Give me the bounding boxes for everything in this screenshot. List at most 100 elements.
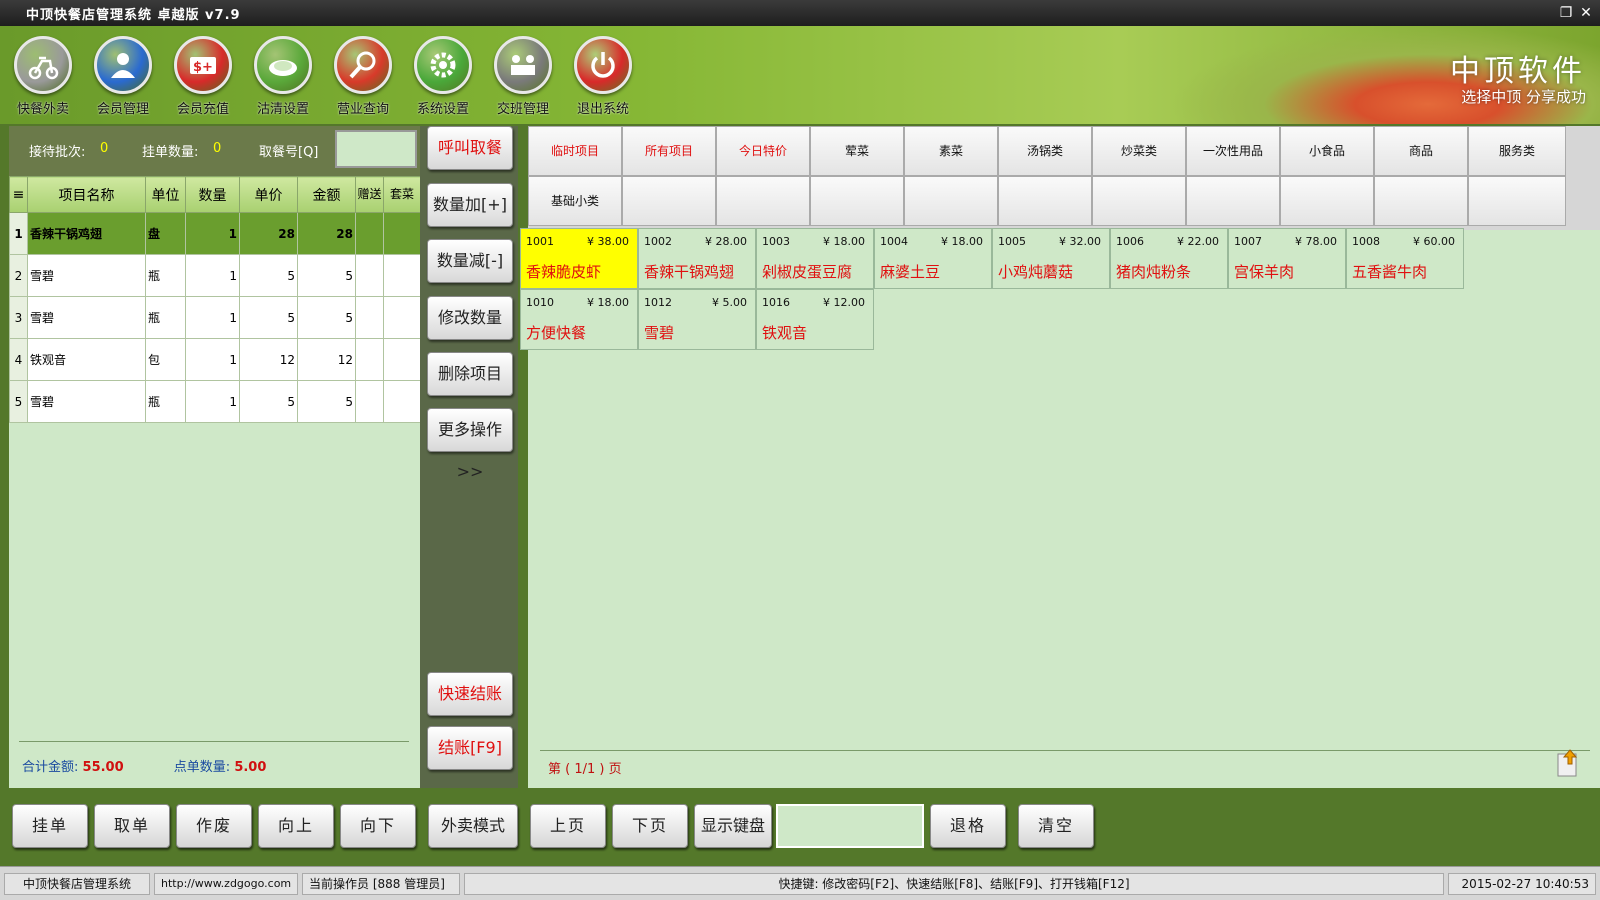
amount-cell: 28 xyxy=(297,212,356,255)
hold-order-button[interactable]: 挂单 xyxy=(12,804,88,848)
pickup-number-label: 取餐号[Q] xyxy=(259,145,319,160)
banner-subtitle: 选择中顶 分享成功 xyxy=(1461,88,1586,106)
prev-page-button[interactable]: 上页 xyxy=(530,804,606,848)
pickup-number-input[interactable] xyxy=(335,130,417,168)
toolbar-button-member[interactable]: 会员管理 xyxy=(86,36,160,122)
table-row[interactable]: 1 香辣干锅鸡翅盘 1 28 28 xyxy=(9,212,421,255)
item-price: ¥ 22.00 xyxy=(1177,235,1219,248)
void-order-button[interactable]: 作废 xyxy=(176,804,252,848)
category-tab[interactable]: 素菜 xyxy=(904,126,998,176)
subcategory-tab[interactable]: 基础小类 xyxy=(528,176,622,226)
empty-subcategory-slot xyxy=(904,176,998,226)
hold-count-value: 0 xyxy=(213,141,222,156)
show-keyboard-button[interactable]: 显示键盘 xyxy=(694,804,772,848)
menu-item-card[interactable]: 1007 ¥ 78.00 宫保羊肉 xyxy=(1228,228,1346,289)
menu-item-card[interactable]: 1004 ¥ 18.00 麻婆土豆 xyxy=(874,228,992,289)
take-order-button[interactable]: 取单 xyxy=(94,804,170,848)
set-cell xyxy=(383,338,421,381)
category-tab[interactable]: 商品 xyxy=(1374,126,1468,176)
menu-item-card[interactable]: 1003 ¥ 18.00 剁椒皮蛋豆腐 xyxy=(756,228,874,289)
toolbar-button-label: 会员管理 xyxy=(96,102,149,117)
column-header-menu[interactable]: ≡ xyxy=(9,176,28,213)
menu-item-card[interactable]: 1006 ¥ 22.00 猪肉炖粉条 xyxy=(1110,228,1228,289)
column-header-amount: 金额 xyxy=(297,176,356,213)
menu-item-card[interactable]: 1001 ¥ 38.00 香辣脆皮虾 xyxy=(520,228,638,289)
total-amount-label: 合计金额: xyxy=(22,760,79,775)
toolbar-button-recharge[interactable]: $+ 会员充值 xyxy=(166,36,240,122)
category-tab[interactable]: 汤锅类 xyxy=(998,126,1092,176)
table-row[interactable]: 2 雪碧瓶 1 5 5 xyxy=(9,254,421,297)
toolbar-button-magnifier[interactable]: 营业查询 xyxy=(326,36,400,122)
category-tab[interactable]: 临时项目 xyxy=(528,126,622,176)
toolbar-button-power[interactable]: 退出系统 xyxy=(566,36,640,122)
menu-item-card[interactable]: 1016 ¥ 12.00 铁观音 xyxy=(756,289,874,350)
category-tab[interactable]: 今日特价 xyxy=(716,126,810,176)
close-icon[interactable]: ✕ xyxy=(1576,3,1596,23)
gift-cell xyxy=(355,212,384,255)
status-operator: 当前操作员 [888 管理员] xyxy=(302,873,460,895)
toolbar-button-plate[interactable]: 沽清设置 xyxy=(246,36,320,122)
set-cell xyxy=(383,296,421,339)
amount-cell: 5 xyxy=(297,380,356,423)
column-header-name: 项目名称 xyxy=(27,176,146,213)
order-table-header: ≡ 项目名称 单位 数量 单价 金额 赠送 套菜 xyxy=(9,176,421,213)
category-tab[interactable]: 小食品 xyxy=(1280,126,1374,176)
gift-cell xyxy=(355,380,384,423)
unit-cell: 瓶 xyxy=(145,296,186,339)
item-code: 1004 xyxy=(880,235,908,248)
category-tab[interactable]: 炒菜类 xyxy=(1092,126,1186,176)
move-down-button[interactable]: 向下 xyxy=(340,804,416,848)
unit-cell: 包 xyxy=(145,338,186,381)
item-code: 1005 xyxy=(998,235,1026,248)
checkout-button[interactable]: 结账[F9] xyxy=(427,726,513,770)
toolbar-button-label: 营业查询 xyxy=(336,102,389,117)
item-price: ¥ 60.00 xyxy=(1413,235,1455,248)
qty-minus-button[interactable]: 数量减[-] xyxy=(427,239,513,283)
table-row[interactable]: 5 雪碧瓶 1 5 5 xyxy=(9,380,421,423)
toolbar-button-scooter[interactable]: 快餐外卖 xyxy=(6,36,80,122)
unit-cell: 瓶 xyxy=(145,380,186,423)
item-code: 1007 xyxy=(1234,235,1262,248)
status-shortcuts: 快捷键: 修改密码[F2]、快速结账[F8]、结账[F9]、打开钱箱[F12] xyxy=(464,873,1444,895)
table-row[interactable]: 3 雪碧瓶 1 5 5 xyxy=(9,296,421,339)
menu-item-card[interactable]: 1012 ¥ 5.00 雪碧 xyxy=(638,289,756,350)
delete-item-button[interactable]: 删除项目 xyxy=(427,352,513,396)
takeout-mode-button[interactable]: 外卖模式 xyxy=(428,804,518,848)
set-cell xyxy=(383,212,421,255)
more-actions-button[interactable]: 更多操作>> xyxy=(427,408,513,481)
qty-cell: 1 xyxy=(185,296,240,339)
move-up-button[interactable]: 向上 xyxy=(258,804,334,848)
item-price: ¥ 78.00 xyxy=(1295,235,1337,248)
category-tab[interactable]: 所有项目 xyxy=(622,126,716,176)
menu-item-card[interactable]: 1005 ¥ 32.00 小鸡炖蘑菇 xyxy=(992,228,1110,289)
toolbar-button-gear[interactable]: 系统设置 xyxy=(406,36,480,122)
empty-subcategory-slot xyxy=(1186,176,1280,226)
toolbar-button-handover[interactable]: 交班管理 xyxy=(486,36,560,122)
toolbar-button-label: 沽清设置 xyxy=(256,102,309,117)
empty-subcategory-slot xyxy=(1092,176,1186,226)
edit-qty-button[interactable]: 修改数量 xyxy=(427,296,513,340)
order-table: ≡ 项目名称 单位 数量 单价 金额 赠送 套菜 1 香辣干锅鸡翅盘 1 28 28 2 雪… xyxy=(9,176,421,423)
order-count-value: 5.00 xyxy=(234,760,267,775)
menu-item-card[interactable]: 1008 ¥ 60.00 五香酱牛肉 xyxy=(1346,228,1464,289)
hold-count-label: 挂单数量: xyxy=(142,145,199,160)
next-page-button[interactable]: 下页 xyxy=(612,804,688,848)
item-name: 小鸡炖蘑菇 xyxy=(998,263,1074,281)
backspace-button[interactable]: 退格 xyxy=(930,804,1006,848)
category-tab[interactable]: 一次性用品 xyxy=(1186,126,1280,176)
menu-item-card[interactable]: 1010 ¥ 18.00 方便快餐 xyxy=(520,289,638,350)
category-tab[interactable]: 服务类 xyxy=(1468,126,1566,176)
toolbar-button-label: 快餐外卖 xyxy=(16,102,69,117)
status-app-name: 中顶快餐店管理系统 xyxy=(4,873,150,895)
banner-title: 中顶软件 xyxy=(1450,54,1586,89)
table-row[interactable]: 4 铁观音包 1 12 12 xyxy=(9,338,421,381)
clear-button[interactable]: 清空 xyxy=(1018,804,1094,848)
keypad-input[interactable] xyxy=(776,804,924,848)
restore-icon[interactable]: ❐ xyxy=(1556,3,1576,23)
page-up-icon[interactable] xyxy=(1556,748,1580,778)
menu-item-card[interactable]: 1002 ¥ 28.00 香辣干锅鸡翅 xyxy=(638,228,756,289)
qty-plus-button[interactable]: 数量加[+] xyxy=(427,183,513,227)
quick-checkout-button[interactable]: 快速结账 xyxy=(427,672,513,716)
call-pickup-button[interactable]: 呼叫取餐 xyxy=(427,126,513,170)
category-tab[interactable]: 荤菜 xyxy=(810,126,904,176)
